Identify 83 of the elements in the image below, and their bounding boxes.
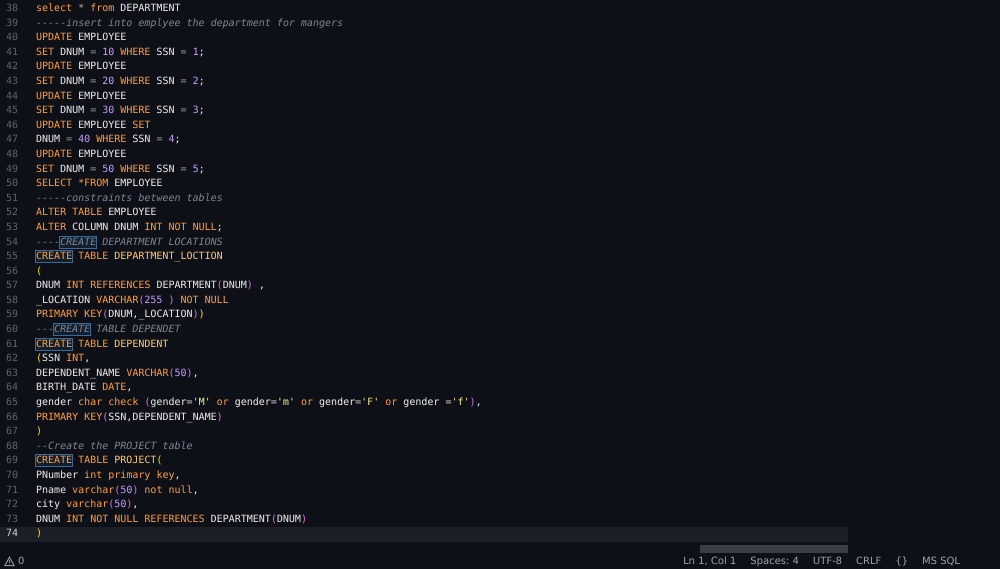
line-number: 49 [5,162,20,177]
line-number: 53 [5,220,20,235]
code-line: select * from DEPARTMENT [35,2,181,16]
code-line: UPDATE EMPLOYEE [35,148,126,162]
line-number: 48 [5,148,20,162]
line-number: 66 [5,410,20,425]
line-number: 58 [5,294,20,308]
code-line: ) [35,425,42,440]
line-number: 42 [5,60,20,74]
line-number: 57 [5,279,20,294]
line-number: 61 [5,338,20,352]
line-number: 71 [5,484,20,498]
code-line: UPDATE EMPLOYEE SET [35,118,150,133]
line-number: 47 [5,133,20,148]
code-line: SELECT *FROM EMPLOYEE [35,177,162,192]
code-line: CREATE TABLE DEPENDENT [35,338,168,352]
line-number: 38 [5,2,20,16]
line-number: 55 [5,250,20,264]
code-line: gender char check (gender='M' or gender='m' or gender='F' or gender ='f'), [35,396,482,410]
code-line: DNUM INT REFERENCES DEPARTMENT(DNUM) , [35,279,265,294]
line-number: 46 [5,118,20,133]
code-line: Pname varchar(50) not null, [35,484,199,498]
status-item[interactable]: Ln 1, Col 1 [683,556,736,567]
code-line: BIRTH_DATE DATE, [35,381,132,396]
line-number: 68 [5,440,20,454]
line-number: 62 [5,352,20,366]
line-number: 41 [5,46,20,60]
line-number: 43 [5,74,20,89]
line-number: 63 [5,366,20,381]
line-number: 65 [5,396,20,410]
line-number: 70 [5,469,20,483]
code-line: UPDATE EMPLOYEE [35,90,126,104]
code-line: ALTER TABLE EMPLOYEE [35,206,156,220]
code-line: SET DNUM = 30 WHERE SSN = 3; [35,104,205,118]
line-number: 74 [5,527,20,542]
code-line: -----constraints between tables [35,192,223,206]
code-line: UPDATE EMPLOYEE [35,60,126,74]
code-line: -----insert into emplyee the department for mangers [35,16,344,31]
code-line: ) [35,527,42,542]
code-line: ( [35,264,42,279]
code-line: (SSN INT, [35,352,90,366]
status-item[interactable]: MS SQL [922,556,960,567]
code-line: PRIMARY KEY(DNUM,_LOCATION)) [35,308,205,322]
line-number: 56 [5,264,20,279]
line-number: 52 [5,206,20,220]
line-number: 60 [5,323,20,338]
line-number: 44 [5,90,20,104]
line-number: 73 [5,512,20,527]
status-item[interactable]: UTF-8 [812,556,842,567]
line-number: 69 [5,454,20,468]
status-item[interactable]: CRLF [856,556,882,567]
code-line: PRIMARY KEY(SSN,DEPENDENT_NAME) [35,410,223,425]
status-item[interactable]: {} [895,556,908,567]
code-line: ---CREATE TABLE DEPENDET [35,323,180,338]
code-line: DNUM INT NOT NULL REFERENCES DEPARTMENT(DNUM) [35,512,307,527]
code-line: DEPENDENT_NAME VARCHAR(50), [35,366,199,381]
status-item[interactable]: Spaces: 4 [750,556,799,567]
line-number: 72 [5,498,20,512]
line-number: 50 [5,177,20,192]
line-number: 64 [5,381,20,396]
code-line: SET DNUM = 50 WHERE SSN = 5; [35,162,205,177]
scrollbar-thumb[interactable] [700,545,848,553]
line-number: 67 [5,425,20,440]
code-line: ----CREATE DEPARTMENT LOCATIONS [35,236,223,250]
code-line: _LOCATION VARCHAR(255 ) NOT NULL [35,294,229,308]
code-line: city varchar(50), [35,498,138,512]
code-line: SET DNUM = 20 WHERE SSN = 2; [35,74,205,89]
line-number: 51 [5,192,20,206]
code-line: PNumber int primary key, [35,469,181,483]
code-line: --Create the PROJECT table [35,440,193,454]
code-line: DNUM = 40 WHERE SSN = 4; [35,133,181,148]
code-line: CREATE TABLE DEPARTMENT_LOCTION [35,250,223,264]
code-line: ALTER COLUMN DNUM INT NOT NULL; [35,220,223,235]
code-line: SET DNUM = 10 WHERE SSN = 1; [35,46,205,60]
warning-count[interactable]: 0 [18,556,24,567]
code-line: CREATE TABLE PROJECT( [35,454,162,468]
line-number: 45 [5,104,20,118]
line-number: 54 [5,236,20,250]
line-number: 59 [5,308,20,322]
warning-icon[interactable] [4,556,15,567]
line-number: 40 [5,31,20,46]
code-line: UPDATE EMPLOYEE [35,31,126,46]
line-number: 39 [5,16,20,31]
